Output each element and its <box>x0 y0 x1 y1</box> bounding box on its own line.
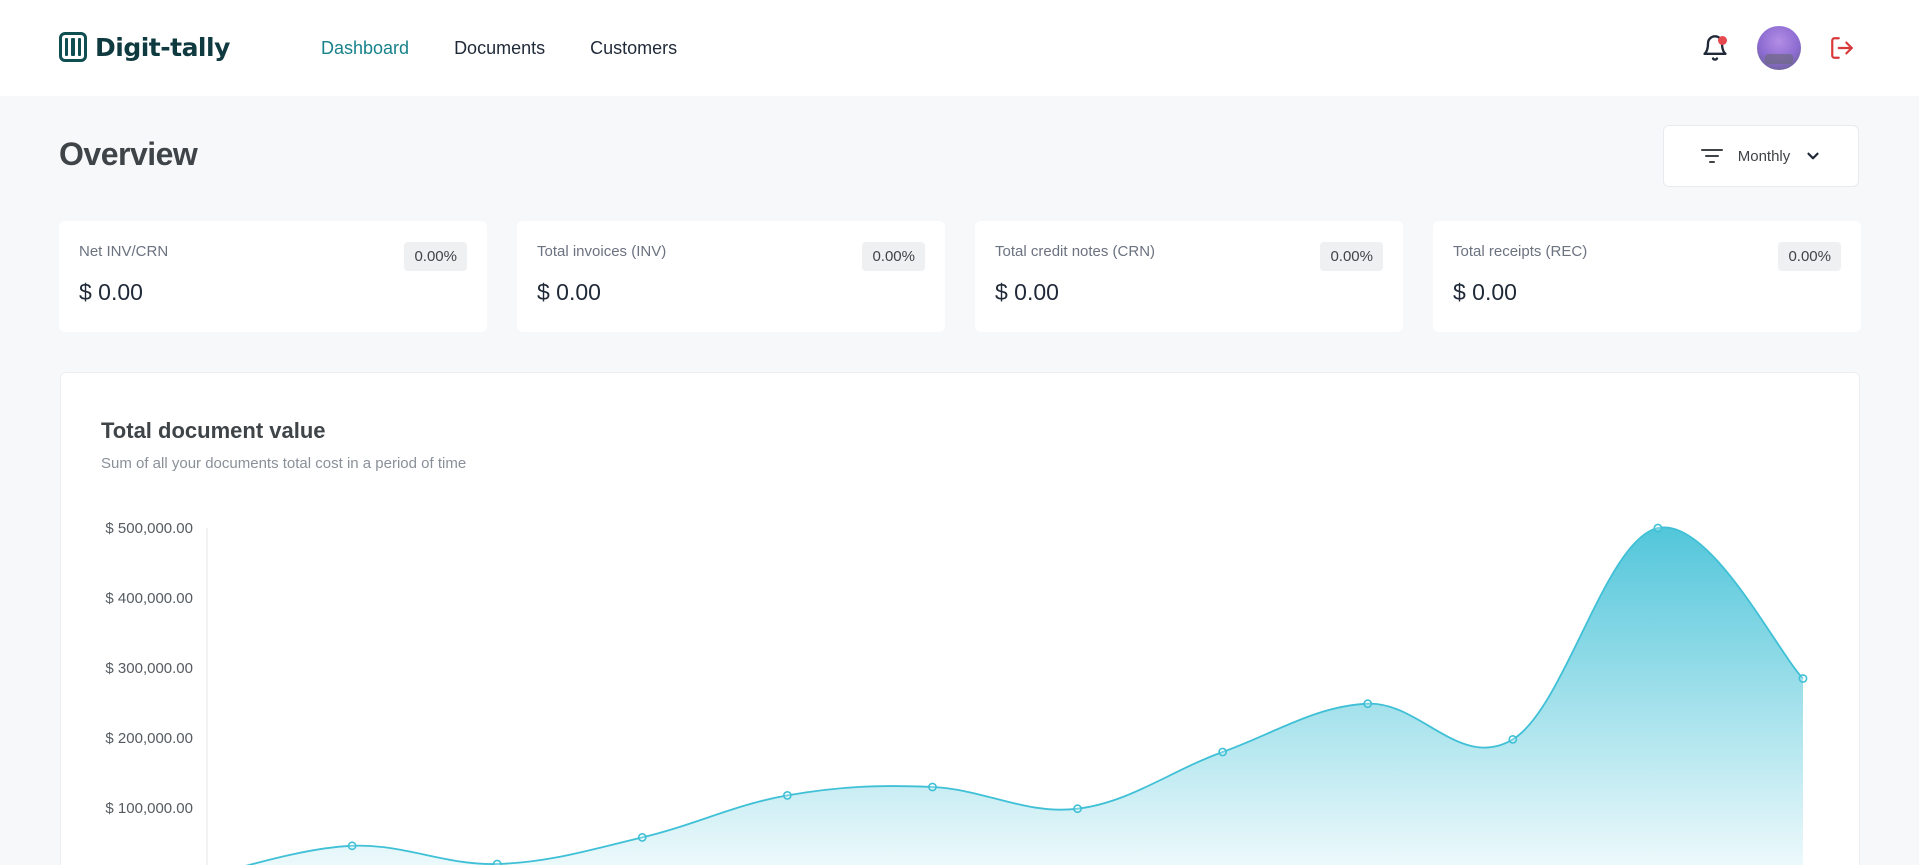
stat-value: $ 0.00 <box>537 279 601 305</box>
stat-card-net: Net INV/CRN $ 0.00 0.00% <box>59 221 487 332</box>
stat-card-invoices: Total invoices (INV) $ 0.00 0.00% <box>517 221 945 332</box>
data-point[interactable] <box>1508 734 1518 744</box>
stat-value: $ 0.00 <box>79 279 143 305</box>
filter-icon <box>1700 149 1723 163</box>
stat-value: $ 0.00 <box>995 279 1059 305</box>
y-tick-label: $ 100,000.00 <box>105 800 193 817</box>
data-point[interactable] <box>1798 674 1808 683</box>
y-tick-label: $ 400,000.00 <box>105 590 193 607</box>
header-actions <box>1701 26 1855 70</box>
total-document-value-card: Total document value Sum of all your doc… <box>60 372 1860 865</box>
avatar[interactable] <box>1757 26 1801 70</box>
stat-change-badge: 0.00% <box>404 242 467 271</box>
stat-value: $ 0.00 <box>1453 279 1517 305</box>
logo-text: Digit-tally <box>95 32 230 62</box>
stat-change-badge: 0.00% <box>862 242 925 271</box>
data-point[interactable] <box>1363 699 1373 709</box>
data-point[interactable] <box>1218 747 1228 757</box>
y-tick-label: $ 200,000.00 <box>105 730 193 747</box>
stat-change-badge: 0.00% <box>1778 242 1841 271</box>
data-point[interactable] <box>782 790 792 800</box>
data-point[interactable] <box>1653 523 1663 533</box>
logout-icon[interactable] <box>1829 35 1855 61</box>
period-filter-dropdown[interactable]: Monthly <box>1663 125 1859 187</box>
notifications-button[interactable] <box>1701 34 1729 62</box>
nav-documents[interactable]: Documents <box>454 38 545 59</box>
summary-stats: Net INV/CRN $ 0.00 0.00% Total invoices … <box>59 221 1861 332</box>
stat-card-receipts: Total receipts (REC) $ 0.00 0.00% <box>1433 221 1861 332</box>
nav-customers[interactable]: Customers <box>590 38 677 59</box>
top-navigation-bar: Digit-tally Dashboard Documents Customer… <box>0 0 1919 96</box>
period-filter-value: Monthly <box>1737 147 1791 165</box>
series-area-fill <box>248 527 1803 865</box>
logo-mark-icon <box>59 32 87 62</box>
y-tick-label: $ 300,000.00 <box>105 660 193 677</box>
main-nav: Dashboard Documents Customers <box>321 38 677 59</box>
page-title: Overview <box>59 136 198 172</box>
stat-change-badge: 0.00% <box>1320 242 1383 271</box>
logo[interactable]: Digit-tally <box>59 32 230 62</box>
data-point[interactable] <box>1073 804 1082 814</box>
data-point[interactable] <box>492 859 502 865</box>
data-point[interactable] <box>928 782 937 792</box>
data-point[interactable] <box>347 841 357 851</box>
notification-dot <box>1718 36 1727 45</box>
y-tick-label: $ 500,000.00 <box>105 520 193 537</box>
chevron-down-icon <box>1807 152 1819 160</box>
area-chart: $ 500,000.00 $ 400,000.00 $ 300,000.00 $ 20… <box>105 520 1808 865</box>
data-point[interactable] <box>637 832 647 842</box>
nav-dashboard[interactable]: Dashboard <box>321 38 409 59</box>
stat-card-credit-notes: Total credit notes (CRN) $ 0.00 0.00% <box>975 221 1403 332</box>
